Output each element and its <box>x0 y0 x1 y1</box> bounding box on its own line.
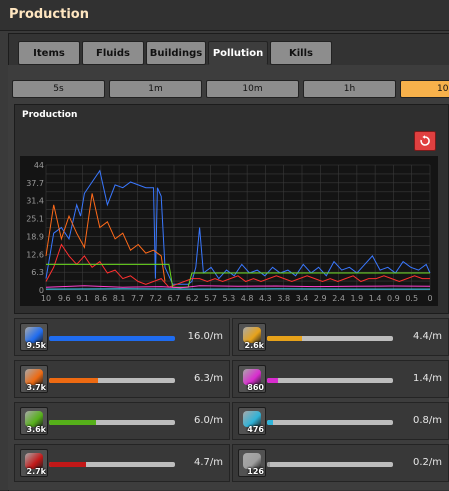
x-tick-label: 8.6 <box>94 294 107 303</box>
rate-bar <box>49 420 175 425</box>
source-rate: 4.7/m <box>194 457 223 468</box>
rate-bar <box>267 462 393 467</box>
rate-bar-fill <box>49 420 96 425</box>
x-tick-label: 1.9 <box>350 294 363 303</box>
source-row[interactable]: 860 1.4/m <box>232 360 449 398</box>
y-tick-label: 37.7 <box>26 179 44 188</box>
source-rate: 1.4/m <box>413 373 442 384</box>
tab-fluids[interactable]: Fluids <box>82 41 144 65</box>
tab-pollution[interactable]: Pollution <box>208 41 268 65</box>
x-tick-label: 9.6 <box>58 294 71 303</box>
time-button-5s[interactable]: 5s <box>12 80 105 98</box>
title-bar[interactable]: Production <box>0 0 449 31</box>
pump-icon: 2.7k <box>20 449 48 477</box>
rate-bar-fill <box>49 378 98 383</box>
rate-bar <box>49 336 175 341</box>
series-line-2 <box>46 193 165 281</box>
x-tick-label: 9.1 <box>76 294 89 303</box>
x-tick-label: 7.2 <box>149 294 162 303</box>
x-tick-label: 10 <box>41 294 51 303</box>
y-tick-label: 31.4 <box>26 197 44 206</box>
furnace-icon: 3.7k <box>20 365 48 393</box>
source-count: 2.6k <box>245 341 265 350</box>
tab-kills[interactable]: Kills <box>270 41 332 65</box>
mining-drill-icon: 9.5k <box>20 323 48 351</box>
source-count: 3.7k <box>27 383 47 392</box>
source-count: 9.5k <box>27 341 47 350</box>
time-button-10m[interactable]: 10m <box>206 80 299 98</box>
y-tick-label: 6.3 <box>31 268 44 277</box>
x-tick-label: 8.1 <box>113 294 126 303</box>
x-tick-label: 0.9 <box>387 294 400 303</box>
source-count: 3.6k <box>27 425 47 434</box>
source-rate: 0.2/m <box>413 457 442 468</box>
rate-bar-fill <box>49 462 86 467</box>
boiler-icon: 860 <box>238 365 266 393</box>
rate-bar-fill <box>267 378 278 383</box>
window-title: Production <box>9 7 89 22</box>
x-tick-label: 6.2 <box>186 294 199 303</box>
y-tick-label: 18.9 <box>26 232 44 241</box>
tab-buildings[interactable]: Buildings <box>146 41 206 65</box>
rate-bar <box>267 378 393 383</box>
x-tick-label: 5.7 <box>204 294 217 303</box>
pollution-chart: 44 37.7 31.4 25.1 18.9 12.6 6.3 0 10 9.6 9.1 8.6 8.1… <box>20 156 438 306</box>
x-tick-label: 1.4 <box>369 294 382 303</box>
production-window: Production Items Fluids Buildings Pollut… <box>0 0 449 490</box>
rate-bar <box>49 462 175 467</box>
time-button-1h[interactable]: 1h <box>303 80 396 98</box>
source-count: 476 <box>247 425 264 434</box>
source-row[interactable]: 9.5k 16.0/m <box>14 318 230 356</box>
source-rate: 6.0/m <box>194 415 223 426</box>
y-tick-label: 44 <box>34 161 44 170</box>
x-tick-label: 2.9 <box>314 294 327 303</box>
x-tick-label: 7.7 <box>131 294 144 303</box>
x-tick-label: 4.8 <box>241 294 254 303</box>
source-count: 2.7k <box>27 467 47 476</box>
source-rate: 4.4/m <box>413 331 442 342</box>
assembler-icon: 476 <box>238 407 266 435</box>
x-tick-label: 3.8 <box>277 294 290 303</box>
x-tick-label: 2.4 <box>332 294 345 303</box>
graph-title: Production <box>22 110 77 120</box>
rate-bar-fill <box>267 462 270 467</box>
source-row[interactable]: 3.6k 6.0/m <box>14 402 230 440</box>
source-row[interactable]: 3.7k 6.3/m <box>14 360 230 398</box>
time-button-1m[interactable]: 1m <box>109 80 202 98</box>
rate-bar <box>267 336 393 341</box>
steam-engine-icon: 2.6k <box>238 323 266 351</box>
y-tick-label: 12.6 <box>26 250 44 259</box>
rate-bar-fill <box>267 336 302 341</box>
x-tick-label: 0.5 <box>405 294 418 303</box>
source-rate: 16.0/m <box>188 331 223 342</box>
source-row[interactable]: 2.6k 4.4/m <box>232 318 449 356</box>
reset-button[interactable] <box>414 131 436 151</box>
tree-icon: 3.6k <box>20 407 48 435</box>
tab-items[interactable]: Items <box>18 41 80 65</box>
x-tick-label: 3.4 <box>296 294 309 303</box>
pollution-source-list: 9.5k 16.0/m 2.6k 4.4/m 3.7k 6.3/m 860 1.4/m 3.6k… <box>14 318 449 490</box>
rate-bar <box>49 378 175 383</box>
x-tick-label: 4.3 <box>259 294 272 303</box>
source-count: 126 <box>247 467 264 476</box>
rate-bar-fill <box>49 336 175 341</box>
source-row[interactable]: 2.7k 4.7/m <box>14 444 230 482</box>
x-tick-label: 5.3 <box>222 294 235 303</box>
reset-icon <box>419 135 431 147</box>
rate-bar <box>267 420 393 425</box>
source-count: 860 <box>247 383 264 392</box>
time-button-10h[interactable]: 10 <box>400 80 449 98</box>
series-line-5 <box>46 286 430 288</box>
x-tick-label: 6.7 <box>168 294 181 303</box>
lab-icon: 126 <box>238 449 266 477</box>
source-row[interactable]: 126 0.2/m <box>232 444 449 482</box>
rate-bar-fill <box>267 420 273 425</box>
source-rate: 0.8/m <box>413 415 442 426</box>
source-rate: 6.3/m <box>194 373 223 384</box>
x-tick-label: 0 <box>427 294 432 303</box>
source-row[interactable]: 476 0.8/m <box>232 402 449 440</box>
y-tick-label: 25.1 <box>26 215 44 224</box>
